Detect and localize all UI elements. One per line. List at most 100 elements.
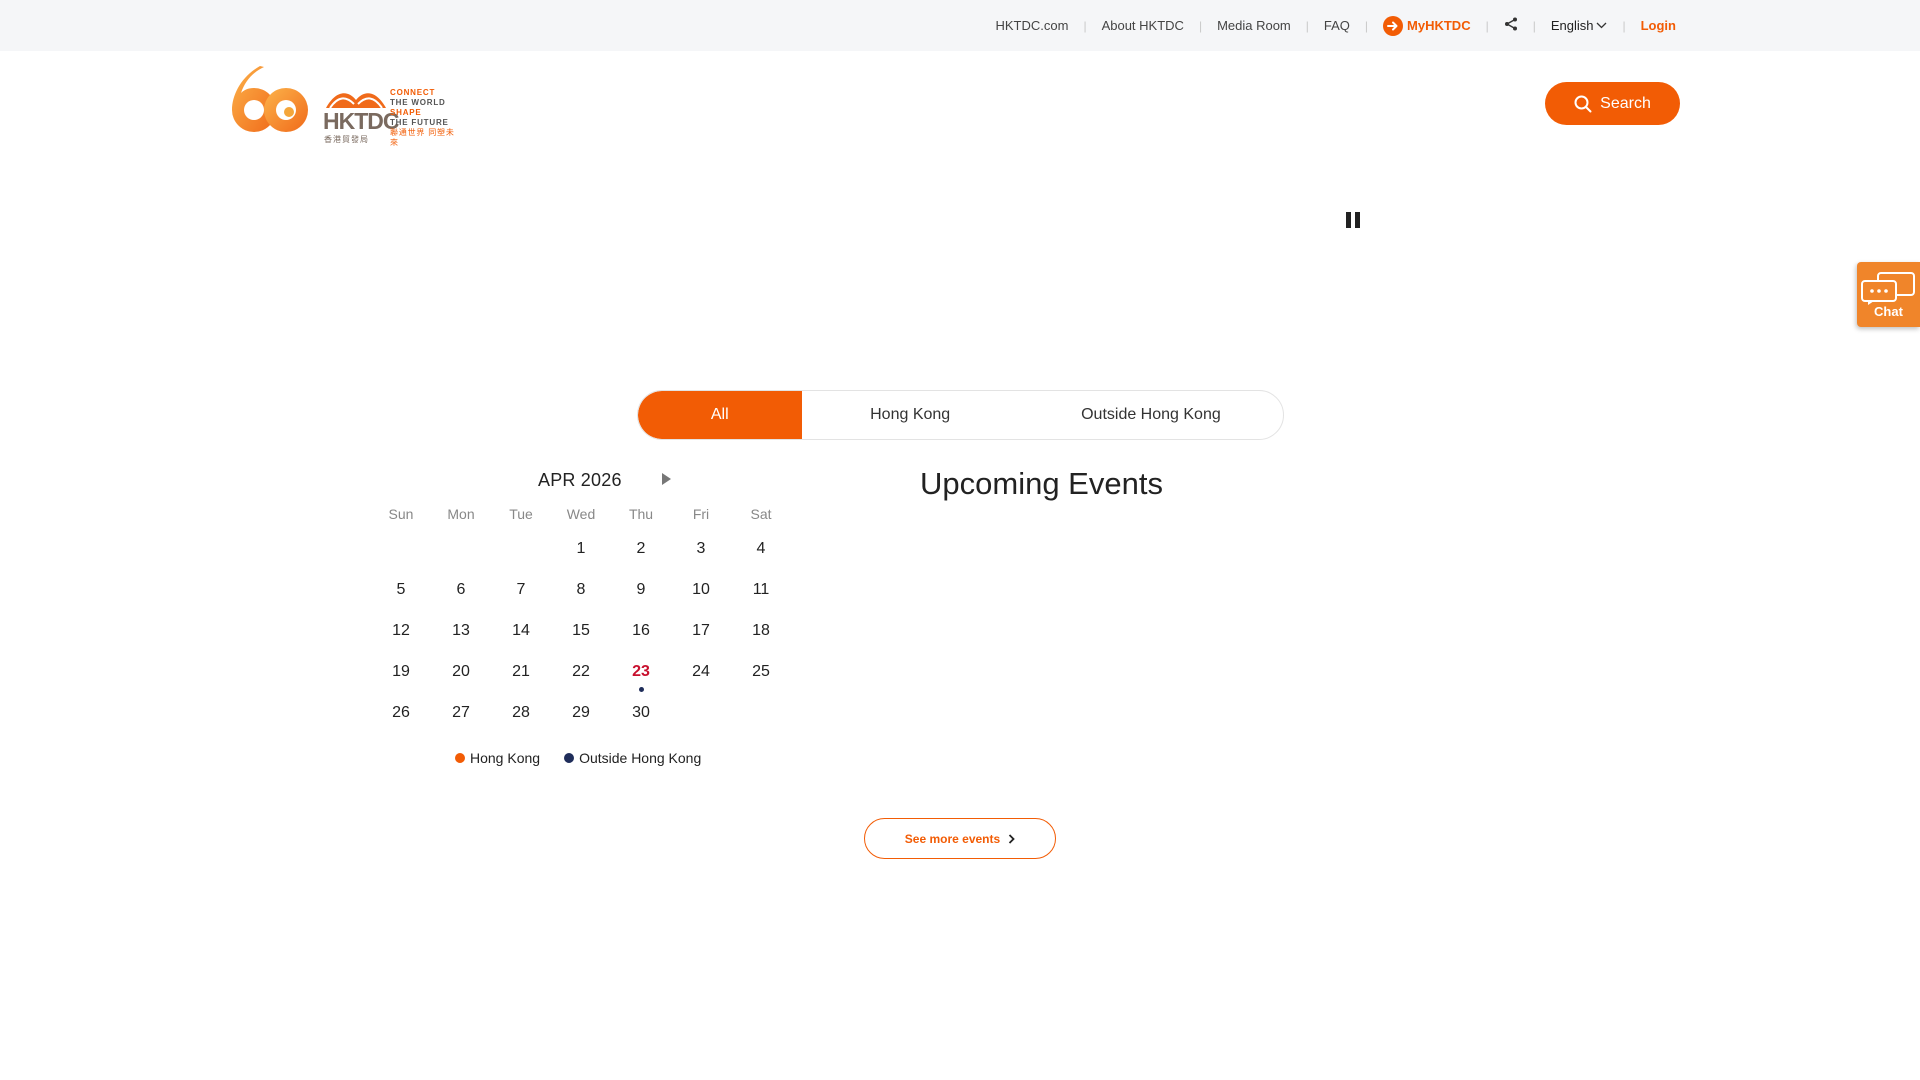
myhktdc-label: MyHKTDC — [1407, 18, 1471, 33]
calendar-legend: Hong Kong Outside Hong Kong — [455, 750, 725, 766]
login-link[interactable]: Login — [1641, 18, 1676, 33]
logo-waves — [326, 93, 386, 109]
legend-item-outside: Outside Hong Kong — [564, 750, 701, 766]
calendar-month-label: APR 2026 — [538, 470, 622, 490]
tagline-line: CONNECT — [390, 88, 436, 97]
share-icon — [1504, 17, 1517, 31]
nav-link-hktdc-com[interactable]: HKTDC.com — [995, 18, 1068, 33]
calendar-week-row: 1234 — [371, 534, 791, 564]
top-utility-bar: HKTDC.com | About HKTDC | Media Room | F… — [0, 0, 1920, 51]
calendar-empty-cell — [431, 534, 491, 564]
calendar-empty-cell — [491, 534, 551, 564]
calendar-day[interactable]: 4 — [731, 534, 791, 564]
chat-widget-button[interactable]: Chat — [1857, 262, 1920, 327]
calendar-day[interactable]: 19 — [371, 657, 431, 687]
search-button[interactable]: Search — [1545, 82, 1680, 125]
calendar-day[interactable]: 20 — [431, 657, 491, 687]
calendar-day[interactable]: 5 — [371, 575, 431, 605]
arrow-right-icon — [1383, 15, 1404, 36]
calendar-week-row: 19 20 21 22 23 24 25 — [371, 657, 791, 692]
pause-icon-bar — [1355, 212, 1360, 228]
search-icon — [1574, 95, 1592, 112]
nav-separator: | — [1364, 18, 1369, 33]
tab-outside-hong-kong[interactable]: Outside Hong Kong — [1019, 391, 1283, 439]
see-more-events-button[interactable]: See more events — [864, 818, 1056, 859]
nav-separator: | — [1198, 18, 1203, 33]
legend-item-hong-kong: Hong Kong — [455, 750, 540, 766]
weekday-label: Tue — [509, 506, 533, 522]
hktdc-60-logo[interactable]: HKTDC 香港貿發局 CONNECT THE WORLD SHAPE THE … — [228, 64, 458, 147]
calendar-day[interactable]: 15 — [551, 616, 611, 646]
weekday-label: Sat — [750, 506, 772, 522]
calendar-day[interactable]: 9 — [611, 575, 671, 605]
weekday-label: Thu — [628, 506, 654, 522]
calendar-day[interactable]: 24 — [671, 657, 731, 687]
logo-brand-chinese: 香港貿發局 — [324, 135, 369, 144]
orange-dot-icon — [455, 753, 465, 763]
calendar-day[interactable]: 6 — [431, 575, 491, 605]
calendar-day[interactable]: 12 — [371, 616, 431, 646]
calendar-day[interactable]: 7 — [491, 575, 551, 605]
triangle-right-icon — [662, 473, 671, 485]
calendar-day[interactable]: 13 — [431, 616, 491, 646]
weekday-label: Wed — [566, 506, 596, 522]
nav-link-faq[interactable]: FAQ — [1324, 18, 1350, 33]
carousel-pause-button[interactable] — [1346, 212, 1360, 228]
calendar-day[interactable]: 1 — [551, 534, 611, 564]
calendar-day[interactable]: 8 — [551, 575, 611, 605]
calendar-day[interactable]: 27 — [431, 698, 491, 728]
calendar-day[interactable]: 29 — [551, 698, 611, 728]
nav-link-media-room[interactable]: Media Room — [1217, 18, 1291, 33]
nav-separator: | — [1083, 18, 1087, 33]
calendar-day[interactable]: 14 — [491, 616, 551, 646]
calendar-day[interactable]: 17 — [671, 616, 731, 646]
language-selector[interactable]: English — [1551, 18, 1608, 33]
nav-separator: | — [1485, 18, 1489, 33]
nav-separator: | — [1622, 18, 1626, 33]
calendar-day[interactable]: 21 — [491, 657, 551, 687]
chat-bubbles-icon — [1861, 272, 1915, 305]
calendar-weekday-row: Sun Mon Tue Wed Thu Fri Sat — [371, 506, 791, 522]
weekday-label: Fri — [692, 506, 710, 522]
calendar-day[interactable]: 16 — [611, 616, 671, 646]
tagline-chinese: 聯通世界 同塑未來 — [390, 128, 455, 147]
nav-separator: | — [1305, 18, 1309, 33]
logo-brand-text: HKTDC — [323, 108, 399, 134]
upcoming-events-heading: Upcoming Events — [920, 466, 1163, 501]
calendar-day[interactable]: 11 — [731, 575, 791, 605]
calendar-next-month-button[interactable] — [659, 472, 673, 486]
calendar-day[interactable]: 28 — [491, 698, 551, 728]
myhktdc-link[interactable]: MyHKTDC — [1383, 15, 1471, 36]
navy-dot-icon — [564, 753, 575, 763]
calendar-day[interactable]: 10 — [671, 575, 731, 605]
legend-label: Hong Kong — [470, 750, 541, 766]
calendar-day[interactable]: 26 — [371, 698, 431, 728]
logo-tagline: CONNECT THE WORLD SHAPE THE FUTURE 聯通世界 … — [390, 88, 458, 148]
calendar-week-row: 5 6 7 8 9 10 11 — [371, 575, 791, 605]
weekday-label: Sun — [388, 506, 414, 522]
tab-hong-kong[interactable]: Hong Kong — [802, 391, 1019, 439]
logo-sixty-mark — [232, 66, 308, 132]
see-more-label: See more events — [904, 831, 1001, 846]
tagline-line: THE WORLD — [390, 98, 446, 107]
calendar-day[interactable]: 23 — [611, 657, 671, 692]
weekday-label: Mon — [447, 506, 475, 522]
calendar-day[interactable]: 30 — [611, 698, 671, 728]
calendar-day[interactable]: 2 — [611, 534, 671, 564]
calendar-week-row: 12 13 14 15 16 17 18 — [371, 616, 791, 646]
location-filter-tabs: All Hong Kong Outside Hong Kong — [637, 390, 1284, 440]
chevron-right-icon — [1009, 833, 1015, 844]
share-button[interactable] — [1504, 17, 1518, 34]
legend-label: Outside Hong Kong — [579, 750, 702, 766]
nav-link-about-hktdc[interactable]: About HKTDC — [1102, 18, 1184, 33]
calendar-day[interactable]: 3 — [671, 534, 731, 564]
nav-separator: | — [1532, 18, 1536, 33]
language-label: English — [1550, 18, 1594, 33]
search-label: Search — [1600, 94, 1651, 112]
tagline-line: THE FUTURE — [390, 118, 449, 127]
calendar-day[interactable]: 25 — [731, 657, 791, 687]
chat-label: Chat — [1874, 304, 1903, 319]
tab-all[interactable]: All — [638, 391, 802, 439]
calendar-day[interactable]: 18 — [731, 616, 791, 646]
calendar-day[interactable]: 22 — [551, 657, 611, 687]
